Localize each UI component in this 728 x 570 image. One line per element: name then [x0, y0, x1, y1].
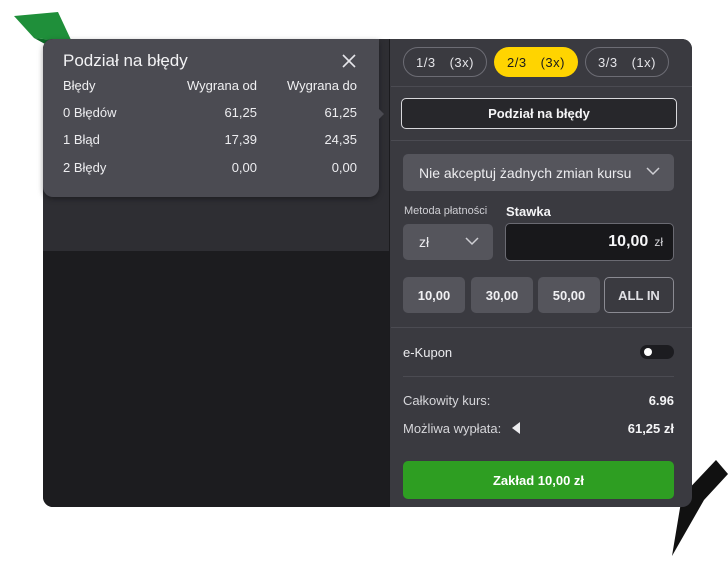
header-win-to: Wygrana do: [287, 78, 357, 93]
error-breakdown-button[interactable]: Podział na błędy: [401, 98, 677, 129]
caret-left-icon[interactable]: [512, 422, 520, 434]
popup-title: Podział na błędy: [63, 51, 188, 70]
row-label: 2 Błędy: [63, 160, 107, 175]
quick-amount-button[interactable]: 30,00: [471, 277, 533, 313]
odds-change-value: Nie akceptuj żadnych zmian kursu: [419, 164, 632, 181]
odds-change-select[interactable]: Nie akceptuj żadnych zmian kursu: [403, 154, 674, 191]
row-win-to: 61,25: [324, 105, 357, 120]
divider: [391, 86, 692, 87]
place-bet-button[interactable]: Zakład 10,00 zł: [403, 461, 674, 499]
total-odds-label: Całkowity kurs:: [403, 393, 491, 408]
stake-value: 10,00: [608, 233, 649, 250]
ekupon-toggle[interactable]: [640, 345, 674, 359]
divider: [391, 327, 692, 328]
close-icon[interactable]: [339, 51, 359, 71]
content-area-bottom: [43, 251, 389, 507]
tab-count: (1x): [631, 54, 656, 70]
payment-method-select[interactable]: zł: [403, 224, 493, 260]
tab-count: (3x): [449, 54, 474, 70]
total-odds-value: 6.96: [648, 393, 674, 408]
chevron-down-icon: [646, 167, 660, 176]
chevron-down-icon: [465, 237, 479, 246]
tab-fraction: 2/3: [507, 54, 527, 70]
quick-amount-button[interactable]: 50,00: [538, 277, 600, 313]
all-in-button[interactable]: ALL IN: [604, 277, 674, 313]
row-label: 1 Błąd: [63, 132, 100, 147]
divider: [391, 140, 692, 141]
tab-1-of-3[interactable]: 1/3 (3x): [403, 47, 487, 77]
row-win-from: 0,00: [231, 160, 257, 175]
row-win-to: 0,00: [331, 160, 357, 175]
payout-value: 61,25 zł: [627, 421, 674, 436]
payout-label: Możliwa wypłata:: [403, 421, 502, 436]
divider: [403, 376, 674, 377]
row-win-from: 17,39: [224, 132, 257, 147]
popup-pointer: [378, 108, 384, 120]
quick-amount-button[interactable]: 10,00: [403, 277, 465, 313]
tab-count: (3x): [540, 54, 565, 70]
row-win-from: 61,25: [224, 105, 257, 120]
toggle-knob: [644, 348, 652, 356]
payment-method-label: Metoda płatności: [404, 205, 488, 217]
tab-3-of-3[interactable]: 3/3 (1x): [585, 47, 669, 77]
currency-value: zł: [419, 234, 430, 250]
error-breakdown-popup: Podział na błędy Błędy Wygrana od Wygran…: [43, 39, 379, 197]
header-errors: Błędy: [63, 78, 96, 93]
row-win-to: 24,35: [324, 132, 357, 147]
header-win-from: Wygrana od: [187, 78, 257, 93]
row-label: 0 Błędów: [63, 105, 117, 120]
stake-currency: zł: [654, 235, 663, 249]
stake-label: Stawka: [506, 204, 551, 219]
stake-input[interactable]: 10,00 zł: [505, 223, 674, 261]
tab-fraction: 3/3: [598, 54, 618, 70]
ekupon-label: e-Kupon: [403, 345, 453, 360]
tab-2-of-3[interactable]: 2/3 (3x): [494, 47, 578, 77]
tab-fraction: 1/3: [416, 54, 436, 70]
